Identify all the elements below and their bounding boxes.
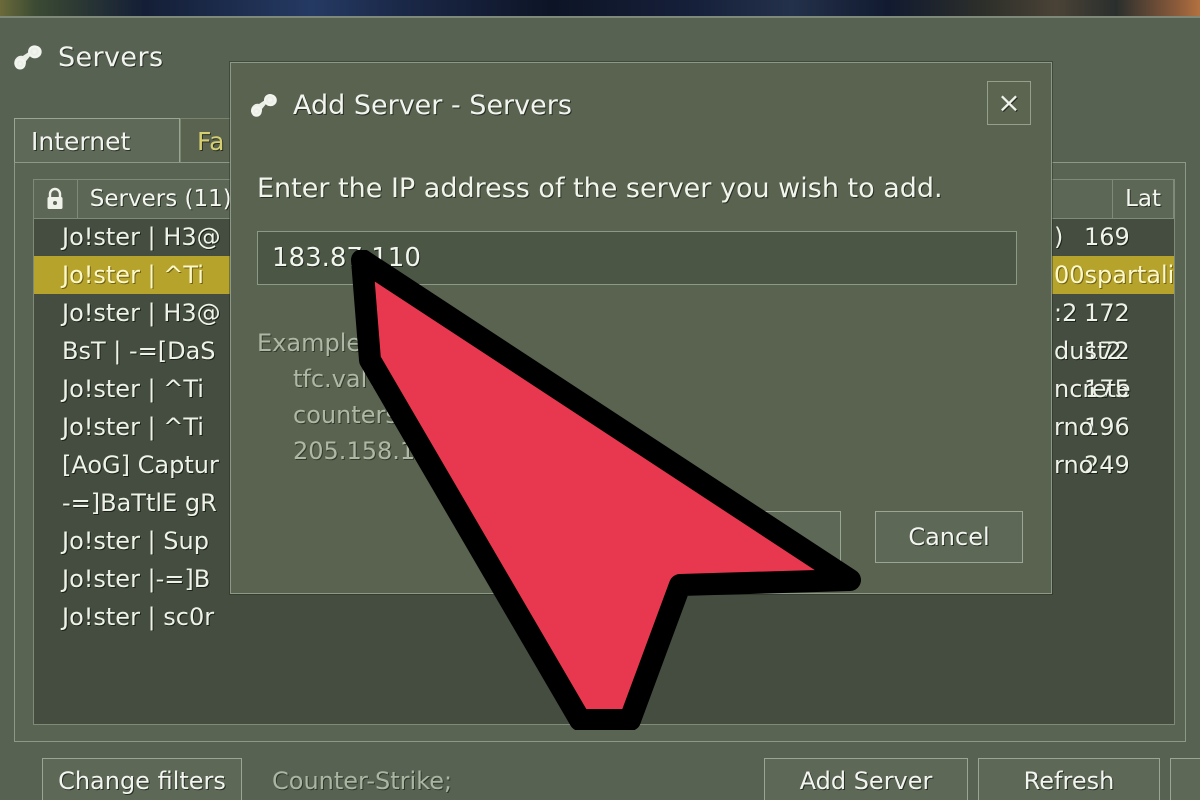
map-cell: 00spartali bbox=[1054, 256, 1174, 294]
add-server-dialog: Add Server - Servers × Enter the IP addr… bbox=[230, 62, 1052, 594]
map-cell bbox=[1054, 484, 1174, 522]
window-top-border bbox=[0, 16, 1200, 18]
tab-internet[interactable]: Internet bbox=[14, 118, 180, 164]
map-cell: :2 bbox=[1054, 299, 1078, 327]
add-server-button[interactable]: Add Server bbox=[764, 758, 968, 800]
desktop-background-strip bbox=[0, 0, 1200, 16]
cancel-button[interactable]: Cancel bbox=[875, 511, 1023, 563]
column-header-servers-label: Servers (11) bbox=[89, 186, 232, 212]
dialog-title: Add Server - Servers bbox=[293, 89, 572, 121]
lock-icon bbox=[47, 187, 63, 209]
table-row[interactable]: Jo!ster | sc0r bbox=[34, 598, 1174, 636]
close-icon[interactable]: × bbox=[987, 81, 1031, 125]
map-cell: ) bbox=[1054, 223, 1064, 251]
tab-favorites-label: Fa bbox=[197, 127, 225, 156]
example-item-3: 205.158.1 bbox=[293, 437, 416, 465]
tab-internet-label: Internet bbox=[31, 127, 131, 156]
steam-logo-icon bbox=[14, 45, 42, 70]
close-window-button[interactable]: C bbox=[1170, 758, 1200, 800]
map-cell: rno bbox=[1054, 451, 1094, 479]
examples-block: Examples tfc.valve counterst 205.158.1 bbox=[257, 325, 415, 469]
bottom-toolbar: Change filters Counter-Strike; Add Serve… bbox=[0, 742, 1200, 800]
server-name-cell: Jo!ster | sc0r bbox=[62, 603, 215, 631]
map-cell bbox=[1054, 598, 1174, 636]
steam-logo-icon bbox=[251, 94, 277, 117]
window-title: Servers bbox=[58, 41, 164, 73]
map-cell: ncrete bbox=[1054, 375, 1131, 403]
refresh-button[interactable]: Refresh bbox=[978, 758, 1160, 800]
column-header-latency-label: Lat bbox=[1125, 186, 1161, 212]
map-cell bbox=[1054, 560, 1174, 598]
column-header-latency[interactable]: Lat bbox=[1113, 180, 1174, 218]
map-cell bbox=[1054, 522, 1174, 560]
column-header-lock[interactable] bbox=[34, 180, 78, 218]
example-item-2: counterst bbox=[293, 401, 408, 429]
window-titlebar: Servers bbox=[10, 38, 163, 76]
server-map-column: ) 00spartali :2 dust2 ncrete rno rno bbox=[1054, 218, 1174, 636]
ok-button[interactable] bbox=[651, 511, 841, 563]
screen: Servers Internet Fa Servers (11) Lat Jo!… bbox=[0, 0, 1200, 800]
map-cell: dust2 bbox=[1054, 337, 1122, 365]
dialog-prompt: Enter the IP address of the server you w… bbox=[257, 173, 943, 204]
ip-address-input[interactable] bbox=[257, 231, 1017, 285]
examples-heading: Examples bbox=[257, 329, 374, 357]
filter-status-text: Counter-Strike; bbox=[272, 767, 453, 795]
map-cell: rno bbox=[1054, 413, 1094, 441]
change-filters-button[interactable]: Change filters bbox=[42, 758, 242, 800]
dialog-titlebar: Add Server - Servers bbox=[247, 85, 572, 125]
example-item-1: tfc.valve bbox=[293, 365, 397, 393]
